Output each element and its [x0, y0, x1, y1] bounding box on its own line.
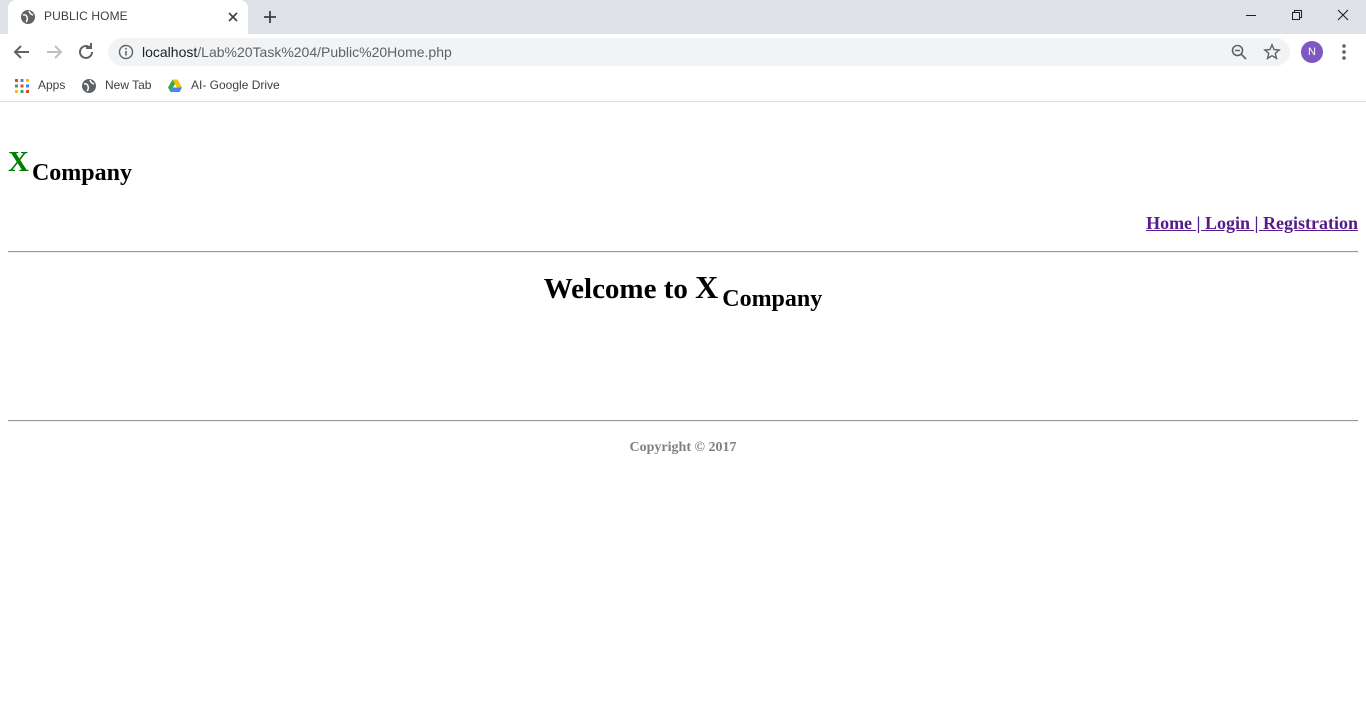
- globe-icon: [21, 10, 35, 24]
- divider: [8, 251, 1358, 253]
- site-info-icon[interactable]: [118, 44, 134, 60]
- zoom-icon[interactable]: [1230, 43, 1248, 61]
- bookmark-label: New Tab: [105, 78, 152, 92]
- close-icon: [1337, 9, 1349, 21]
- more-menu-icon[interactable]: [1336, 42, 1352, 62]
- apps-grid-icon: [15, 79, 29, 93]
- bookmarks-bar: Apps New Tab AI- Google Drive: [0, 70, 1366, 102]
- new-tab-icon[interactable]: [258, 5, 282, 29]
- bookmark-star-icon[interactable]: [1263, 43, 1281, 61]
- reload-icon[interactable]: [74, 40, 98, 64]
- browser-tab[interactable]: PUBLIC HOME: [8, 0, 248, 34]
- back-icon[interactable]: [10, 40, 34, 64]
- site-logo: X Company: [8, 146, 132, 186]
- logo-x: X: [8, 146, 29, 178]
- welcome-text: Welcome to: [543, 273, 696, 305]
- bookmark-google-drive[interactable]: AI- Google Drive: [167, 76, 285, 96]
- welcome-x: X: [695, 269, 719, 305]
- restore-button[interactable]: [1274, 0, 1320, 30]
- web-page: X Company Home | Login | Registration Wel…: [0, 103, 1366, 728]
- url-host: localhost: [142, 44, 198, 60]
- logo-company: Company: [31, 160, 132, 186]
- forward-icon[interactable]: [42, 40, 66, 64]
- bookmark-label: AI- Google Drive: [191, 78, 280, 92]
- nav-registration-link[interactable]: Registration: [1263, 213, 1358, 233]
- restore-icon: [1292, 10, 1302, 20]
- close-tab-icon[interactable]: [224, 8, 242, 26]
- nav-home-link[interactable]: Home |: [1146, 213, 1205, 233]
- url-text[interactable]: localhost/Lab%20Task%204/Public%20Home.p…: [142, 44, 452, 60]
- divider: [8, 420, 1358, 422]
- minimize-icon: [1246, 15, 1256, 16]
- bookmark-new-tab[interactable]: New Tab: [81, 76, 157, 96]
- nav-login-link[interactable]: Login |: [1205, 213, 1263, 233]
- bookmark-apps[interactable]: Apps: [14, 76, 70, 96]
- address-bar[interactable]: localhost/Lab%20Task%204/Public%20Home.p…: [108, 38, 1290, 66]
- close-window-button[interactable]: [1320, 0, 1366, 30]
- copyright-footer: Copyright © 2017: [629, 440, 737, 455]
- tab-strip: PUBLIC HOME: [0, 0, 1366, 34]
- minimize-button[interactable]: [1228, 0, 1274, 30]
- tab-title: PUBLIC HOME: [44, 9, 128, 23]
- url-path: /Lab%20Task%204/Public%20Home.php: [197, 44, 452, 60]
- globe-icon: [82, 79, 96, 93]
- site-nav: Home | Login | Registration: [1146, 213, 1358, 234]
- bookmark-label: Apps: [38, 78, 66, 92]
- welcome-heading: Welcome to X Company: [0, 269, 1366, 312]
- profile-avatar[interactable]: N: [1301, 41, 1323, 63]
- google-drive-icon: [168, 79, 182, 92]
- welcome-company: Company: [722, 286, 823, 312]
